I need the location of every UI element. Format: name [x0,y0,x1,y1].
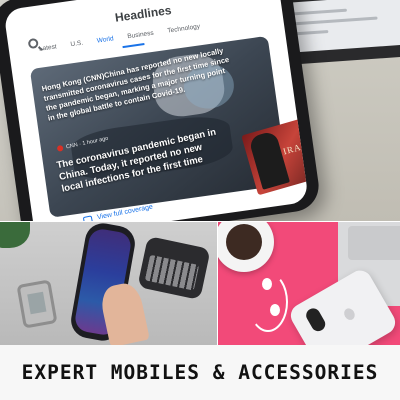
tab-business[interactable]: Business [127,30,154,41]
news-card[interactable]: Hong Kong (CNN)China has reported no new… [29,35,289,218]
flip-phone-screen [27,291,47,315]
laptop-trackpad [348,226,400,260]
source-logo-icon [56,144,64,152]
photo-news-phone: Headlines Latest U.S. World Business Tec… [0,0,400,222]
active-tab-indicator [122,43,145,49]
keyboard-slider-phone [137,235,211,301]
phone-keyboard [144,254,200,291]
app-title: Headlines [114,3,173,25]
smartphone: Headlines Latest U.S. World Business Tec… [0,0,322,222]
tab-us[interactable]: U.S. [70,40,84,49]
earbud [262,278,272,290]
camera-module [303,305,328,334]
apple-logo-icon [342,306,357,322]
store-caption: EXPERT MOBILES & ACCESSORIES [21,361,379,384]
earbud [270,304,280,316]
magazine-photo [248,130,290,190]
coffee [226,224,262,260]
tab-world[interactable]: World [96,35,114,44]
photo-phones-collection [0,222,218,345]
search-icon[interactable] [27,37,39,50]
tab-latest[interactable]: Latest [39,43,58,52]
magazine-title: IRAN [281,139,309,157]
tab-technology[interactable]: Technology [167,23,201,35]
classic-flip-phone [16,279,58,329]
coffee-cup [218,222,274,272]
photo-accessories [218,222,400,345]
phone-screen: Headlines Latest U.S. World Business Tec… [3,0,309,222]
plant [0,222,30,248]
caption-bar: EXPERT MOBILES & ACCESSORIES [0,345,400,400]
